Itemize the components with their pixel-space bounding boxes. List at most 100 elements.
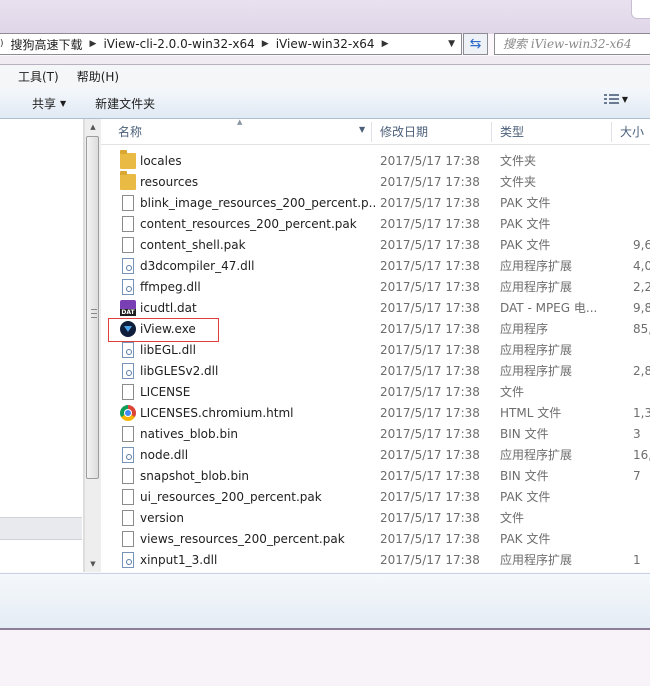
file-icon <box>122 426 134 442</box>
file-row[interactable]: natives_blob.bin 2017/5/17 17:38 BIN 文件 3 <box>101 424 650 445</box>
column-header-row: 名称 ▲ ▼ 修改日期 类型 大小 <box>101 118 650 145</box>
breadcrumb-label: 搜狗高速下载 <box>10 37 83 52</box>
file-row[interactable]: resources 2017/5/17 17:38 文件夹 <box>101 171 650 193</box>
file-type: PAK 文件 <box>500 532 551 546</box>
file-icon <box>122 531 134 547</box>
file-row[interactable]: content_shell.pak 2017/5/17 17:38 PAK 文件 9,… <box>101 235 650 256</box>
file-type: 应用程序扩展 <box>500 259 573 273</box>
column-size-label: 大小 <box>620 125 645 139</box>
file-row[interactable]: xinput1_3.dll 2017/5/17 17:38 应用程序扩展 1 <box>101 550 650 571</box>
file-name: ui_resources_200_percent.pak <box>140 490 322 504</box>
file-row[interactable]: snapshot_blob.bin 2017/5/17 17:38 BIN 文件 7 <box>101 466 650 487</box>
file-type: PAK 文件 <box>500 490 551 504</box>
menu-help[interactable]: 帮助(H) <box>77 68 119 85</box>
file-row[interactable]: libEGL.dll 2017/5/17 17:38 应用程序扩展 <box>101 340 650 361</box>
file-row[interactable]: ui_resources_200_percent.pak 2017/5/17 17… <box>101 487 650 508</box>
file-date: 2017/5/17 17:38 <box>380 301 480 315</box>
new-folder-button[interactable]: 新建文件夹 <box>95 95 155 112</box>
scrollbar-thumb[interactable] <box>86 136 99 479</box>
dll-file-icon <box>122 447 134 463</box>
file-name: icudtl.dat <box>140 301 197 315</box>
file-row[interactable]: node.dll 2017/5/17 17:38 应用程序扩展 16,3 <box>101 445 650 466</box>
breadcrumb-item[interactable]: 搜狗高速下载 ▶ <box>11 36 104 53</box>
menu-tools[interactable]: 工具(T) <box>18 68 59 85</box>
file-date: 2017/5/17 17:38 <box>380 259 480 273</box>
file-name: libEGL.dll <box>140 343 196 357</box>
file-name: LICENSES.chromium.html <box>140 406 294 420</box>
file-row[interactable]: content_resources_200_percent.pak 2017/5/… <box>101 214 650 235</box>
file-date: 2017/5/17 17:38 <box>380 364 480 378</box>
file-row[interactable]: libGLESv2.dll 2017/5/17 17:38 应用程序扩展 2,8 <box>101 361 650 382</box>
file-size: 7 <box>633 469 641 483</box>
file-type: 文件 <box>500 385 525 399</box>
file-name: version <box>140 511 184 525</box>
navigation-scrollbar[interactable]: ▲ ▼ <box>84 119 101 572</box>
file-row[interactable]: blink_image_resources_200_percent.p... 20… <box>101 193 650 214</box>
file-type: BIN 文件 <box>500 427 549 441</box>
file-type: DAT - MPEG 电... <box>500 301 598 315</box>
file-name: snapshot_blob.bin <box>140 469 250 483</box>
file-size: 85,9 <box>633 322 650 336</box>
column-header-size[interactable]: 大小 <box>603 119 650 144</box>
file-row[interactable]: ffmpeg.dll 2017/5/17 17:38 应用程序扩展 2,2 <box>101 277 650 298</box>
navigation-pane[interactable] <box>0 119 84 572</box>
file-type: 应用程序 <box>500 322 549 336</box>
file-name: node.dll <box>140 448 189 462</box>
scroll-up-icon[interactable]: ▲ <box>85 119 101 135</box>
scroll-down-icon[interactable]: ▼ <box>85 556 101 572</box>
file-date: 2017/5/17 17:38 <box>380 154 480 168</box>
dll-file-icon <box>122 342 134 358</box>
dll-file-icon <box>122 258 134 274</box>
window-top-strip <box>0 0 650 34</box>
view-options-button[interactable]: ▼ <box>603 93 628 105</box>
file-date: 2017/5/17 17:38 <box>380 322 480 336</box>
file-row[interactable]: icudtl.dat 2017/5/17 17:38 DAT - MPEG 电...… <box>101 298 650 319</box>
chevron-down-icon: ▼ <box>621 94 628 104</box>
chevron-right-icon: ) <box>0 39 4 49</box>
breadcrumb-item[interactable]: iView-win32-x64 ▶ <box>276 37 396 51</box>
breadcrumb-item[interactable]: iView-cli-2.0.0-win32-x64 ▶ <box>103 37 275 51</box>
file-type: HTML 文件 <box>500 406 562 420</box>
dll-file-icon <box>122 552 134 568</box>
chrome-gap <box>0 56 650 64</box>
file-row[interactable]: LICENSES.chromium.html 2017/5/17 17:38 HTM… <box>101 403 650 424</box>
file-icon <box>122 237 134 253</box>
file-name: libGLESv2.dll <box>140 364 219 378</box>
file-date: 2017/5/17 17:38 <box>380 196 480 210</box>
file-date: 2017/5/17 17:38 <box>380 406 480 420</box>
file-size: 9,8 <box>633 301 650 315</box>
menu-bar: 工具(T) 帮助(H) <box>0 64 650 88</box>
refresh-button[interactable]: ⇆ <box>463 33 488 55</box>
file-type: 文件 <box>500 511 525 525</box>
search-input[interactable] <box>503 35 650 53</box>
file-date: 2017/5/17 17:38 <box>380 448 480 462</box>
share-label: 共享 <box>32 96 57 111</box>
file-row[interactable]: LICENSE 2017/5/17 17:38 文件 <box>101 382 650 403</box>
search-box[interactable] <box>494 33 650 55</box>
file-date: 2017/5/17 17:38 <box>380 238 480 252</box>
file-name: locales <box>140 154 182 168</box>
file-icon <box>122 468 134 484</box>
share-button[interactable]: 共享 ▼ <box>32 95 66 112</box>
breadcrumb-label: iView-cli-2.0.0-win32-x64 <box>103 37 255 51</box>
file-row[interactable]: views_resources_200_percent.pak 2017/5/17… <box>101 529 650 550</box>
chrome-html-icon <box>120 405 136 421</box>
file-size: 3 <box>633 427 641 441</box>
address-bar[interactable]: ) 搜狗高速下载 ▶ iView-cli-2.0.0-win32-x64 ▶ iVi… <box>0 33 462 55</box>
file-size: 1,3 <box>633 406 650 420</box>
file-row[interactable]: version 2017/5/17 17:38 文件 <box>101 508 650 529</box>
column-header-type[interactable]: 类型 <box>483 119 603 144</box>
breadcrumb-root[interactable]: ) <box>0 39 11 49</box>
file-icon <box>122 384 134 400</box>
address-dropdown-icon[interactable]: ▼ <box>448 39 455 49</box>
column-header-date[interactable]: 修改日期 <box>363 119 483 144</box>
sort-ascending-icon: ▲ <box>237 118 243 126</box>
file-date: 2017/5/17 17:38 <box>380 385 480 399</box>
file-date: 2017/5/17 17:38 <box>380 280 480 294</box>
file-type: PAK 文件 <box>500 196 551 210</box>
file-row[interactable]: d3dcompiler_47.dll 2017/5/17 17:38 应用程序扩展 4… <box>101 256 650 277</box>
file-row[interactable]: locales 2017/5/17 17:38 文件夹 <box>101 150 650 172</box>
column-date-label: 修改日期 <box>380 125 429 139</box>
grip-icon <box>91 309 97 318</box>
navigation-selected-item[interactable] <box>0 517 82 540</box>
